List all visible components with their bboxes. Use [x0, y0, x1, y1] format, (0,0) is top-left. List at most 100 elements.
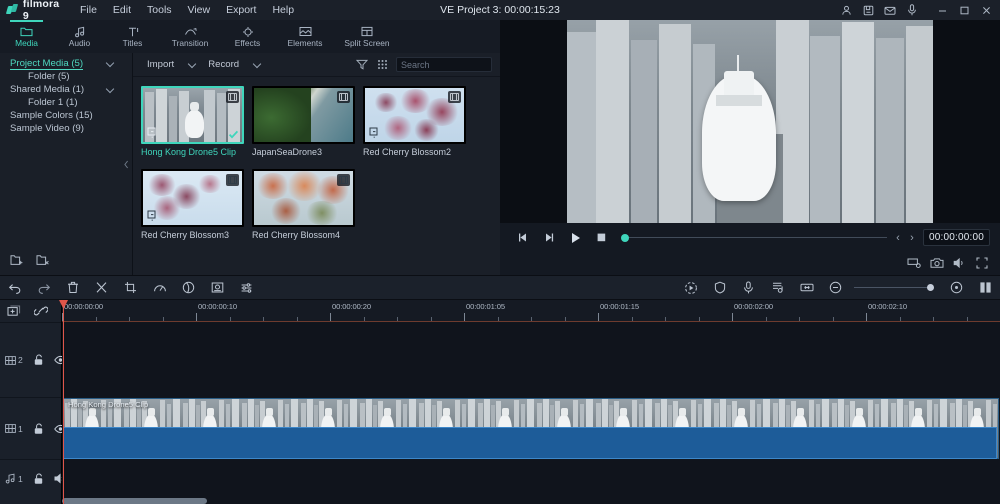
timeline-toolbar: [0, 275, 1000, 300]
close-icon[interactable]: [976, 1, 996, 19]
media-item[interactable]: Red Cherry Blossom2: [363, 86, 466, 158]
mark-in-button[interactable]: ‹: [891, 226, 905, 250]
media-thumbnail[interactable]: [252, 86, 355, 144]
scene-detect-icon[interactable]: [676, 275, 705, 300]
collapse-sidebar-icon[interactable]: [123, 158, 130, 170]
media-thumbnail[interactable]: [141, 86, 244, 144]
sidebar-item-sample-colors[interactable]: Sample Colors (15): [0, 109, 132, 122]
link-clips-icon[interactable]: [34, 305, 48, 317]
grid-view-icon[interactable]: [372, 56, 392, 74]
timeline-ruler[interactable]: 00:00:00:0000:00:00:1000:00:00:2000:00:0…: [62, 300, 1000, 322]
voiceover-icon[interactable]: [734, 275, 763, 300]
save-project-icon[interactable]: [858, 1, 878, 19]
snapshot-icon[interactable]: [930, 257, 944, 269]
tab-split-screen[interactable]: Split Screen: [336, 20, 398, 53]
unlock-icon[interactable]: [33, 473, 44, 485]
unlock-icon[interactable]: [33, 354, 44, 366]
account-icon[interactable]: [836, 1, 856, 19]
volume-icon[interactable]: [953, 257, 967, 269]
tab-transition[interactable]: Transition: [159, 20, 221, 53]
menu-tools[interactable]: Tools: [139, 1, 180, 19]
media-thumbnail[interactable]: [141, 169, 244, 227]
timeline-horizontal-scrollbar[interactable]: [62, 497, 1000, 504]
unlock-icon[interactable]: [33, 423, 44, 435]
tab-effects[interactable]: Effects: [221, 20, 274, 53]
add-track-icon[interactable]: [7, 305, 21, 317]
screen-settings-icon[interactable]: [907, 257, 921, 269]
previous-frame-button[interactable]: [510, 226, 536, 250]
audio-mixer-icon[interactable]: [232, 275, 261, 300]
scrollbar-thumb[interactable]: [62, 498, 207, 504]
mail-icon[interactable]: [880, 1, 900, 19]
new-folder-icon[interactable]: [10, 254, 24, 266]
playhead[interactable]: [63, 300, 64, 504]
minimize-icon[interactable]: [932, 1, 952, 19]
microphone-icon[interactable]: [902, 1, 922, 19]
fit-timeline-icon[interactable]: [792, 275, 821, 300]
crop-icon[interactable]: [116, 275, 145, 300]
timeline-track-audio-1[interactable]: [62, 459, 1000, 497]
fullscreen-icon[interactable]: [976, 257, 988, 269]
media-item[interactable]: Red Cherry Blossom3: [141, 169, 244, 241]
menu-help[interactable]: Help: [264, 1, 302, 19]
redo-icon[interactable]: [29, 275, 58, 300]
speed-icon[interactable]: [145, 275, 174, 300]
timeline-track-video-2[interactable]: [62, 322, 1000, 397]
tab-media[interactable]: Media: [0, 20, 53, 53]
filter-icon[interactable]: [352, 56, 372, 74]
scrubber-handle[interactable]: [621, 234, 629, 242]
play-button[interactable]: [562, 226, 588, 250]
chevron-down-icon[interactable]: [107, 86, 114, 93]
marker-panel-icon[interactable]: [971, 275, 1000, 300]
track-header-video-1[interactable]: 1: [0, 397, 61, 459]
clip-title: Hong Kong Drone5 Clip: [68, 400, 148, 409]
preview-timecode[interactable]: 00:00:00:00: [923, 229, 990, 246]
zoom-out-icon[interactable]: [821, 275, 850, 300]
sidebar-item-folder[interactable]: Folder (5): [0, 70, 132, 83]
menu-view[interactable]: View: [180, 1, 219, 19]
sidebar-item-project-media[interactable]: Project Media (5): [0, 57, 132, 70]
split-icon[interactable]: [87, 275, 116, 300]
mark-out-button[interactable]: ›: [905, 226, 919, 250]
stop-button[interactable]: [588, 226, 614, 250]
pip-mask-icon[interactable]: [203, 275, 232, 300]
filmora-logo-icon: [7, 4, 18, 16]
record-dropdown[interactable]: Record: [202, 56, 267, 74]
color-icon[interactable]: [174, 275, 203, 300]
tab-elements[interactable]: Elements: [274, 20, 336, 53]
chevron-down-icon[interactable]: [107, 60, 114, 67]
delete-folder-icon[interactable]: [36, 254, 50, 266]
clip-selection-band[interactable]: [63, 427, 997, 459]
delete-icon[interactable]: [58, 275, 87, 300]
media-item[interactable]: JapanSeaDrone3: [252, 86, 355, 158]
maximize-icon[interactable]: [954, 1, 974, 19]
menu-edit[interactable]: Edit: [105, 1, 139, 19]
timeline-track-video-1[interactable]: Hong Kong Drone5 Clip: [62, 397, 1000, 459]
zoom-slider-handle[interactable]: [927, 284, 934, 291]
window-controls: [836, 0, 996, 20]
record-label: Record: [208, 59, 239, 70]
import-dropdown[interactable]: Import: [141, 56, 202, 74]
sidebar-item-folder-1[interactable]: Folder 1 (1): [0, 96, 132, 109]
menu-export[interactable]: Export: [218, 1, 264, 19]
media-item-label: Red Cherry Blossom3: [141, 230, 244, 241]
menu-file[interactable]: File: [72, 1, 105, 19]
audio-record-icon[interactable]: [763, 275, 792, 300]
media-item[interactable]: Red Cherry Blossom4: [252, 169, 355, 241]
media-item[interactable]: Hong Kong Drone5 Clip: [141, 86, 244, 158]
timeline-zoom-slider[interactable]: [850, 275, 942, 300]
track-header-audio-1[interactable]: 1: [0, 459, 61, 497]
tab-titles[interactable]: Titles: [106, 20, 159, 53]
media-thumbnail[interactable]: [363, 86, 466, 144]
sidebar-item-shared-media[interactable]: Shared Media (1): [0, 83, 132, 96]
track-header-video-2[interactable]: 2: [0, 322, 61, 397]
zoom-in-icon[interactable]: [942, 275, 971, 300]
shield-icon[interactable]: [705, 275, 734, 300]
sidebar-item-sample-video[interactable]: Sample Video (9): [0, 122, 132, 135]
preview-scrubber[interactable]: [618, 226, 887, 250]
media-thumbnail[interactable]: [252, 169, 355, 227]
next-frame-button[interactable]: [536, 226, 562, 250]
tab-audio[interactable]: Audio: [53, 20, 106, 53]
search-field[interactable]: [396, 57, 492, 72]
undo-icon[interactable]: [0, 275, 29, 300]
